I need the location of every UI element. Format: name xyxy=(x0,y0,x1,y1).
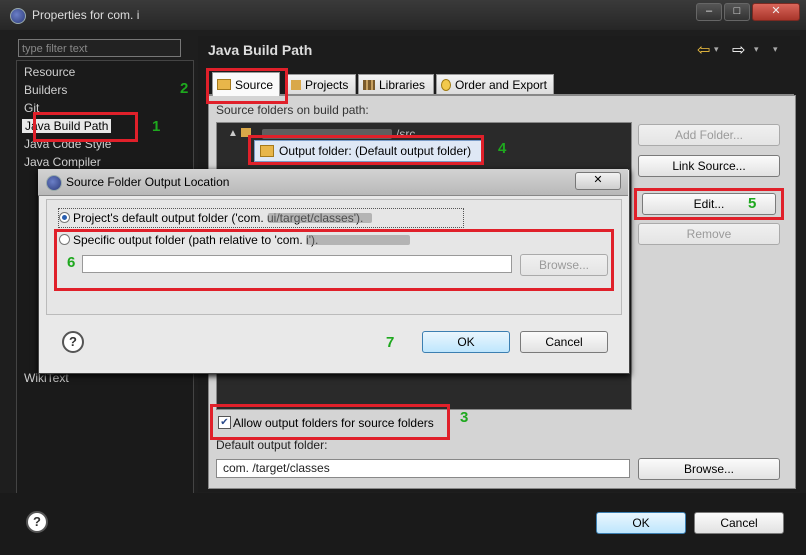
annotation-number-6: 6 xyxy=(67,254,76,271)
radio-default-output[interactable] xyxy=(59,212,70,223)
filter-input[interactable]: type filter text xyxy=(18,39,181,57)
tab-order-export-label: Order and Export xyxy=(454,77,547,92)
eclipse-icon xyxy=(46,175,62,191)
tab-libraries[interactable]: Libraries xyxy=(358,74,434,94)
libraries-icon xyxy=(363,79,375,90)
nav-item-builders[interactable]: Builders xyxy=(24,83,67,97)
tab-libraries-label: Libraries xyxy=(379,77,426,92)
link-source-button[interactable]: Link Source... xyxy=(638,155,780,177)
annotation-number-2: 2 xyxy=(180,80,189,97)
tab-bar: Source Projects Libraries Order and Expo… xyxy=(206,72,794,96)
window-titlebar: Properties for com. i – □ ✕ xyxy=(0,0,806,30)
remove-button[interactable]: Remove xyxy=(638,223,780,245)
minimize-button[interactable]: – xyxy=(696,3,722,21)
cancel-button[interactable]: Cancel xyxy=(694,512,784,534)
chevron-down-icon[interactable]: ▾ xyxy=(754,44,759,55)
tab-source-label: Source xyxy=(234,77,273,92)
help-icon[interactable]: ? xyxy=(26,511,48,533)
dialog-ok-button[interactable]: OK xyxy=(422,331,510,353)
annotation-box-6 xyxy=(54,229,614,291)
order-export-icon xyxy=(441,78,451,91)
dialog-title: Source Folder Output Location xyxy=(66,175,230,189)
tab-source[interactable]: Source xyxy=(212,72,280,96)
source-folders-label: Source folders on build path: xyxy=(216,103,369,117)
dialog-close-button[interactable]: ✕ xyxy=(575,172,621,190)
default-output-label: Default output folder: xyxy=(216,438,328,452)
redacted-text xyxy=(268,213,372,223)
eclipse-icon xyxy=(10,8,26,24)
back-arrow-icon[interactable]: ⇦ xyxy=(697,40,710,60)
nav-item-resource[interactable]: Resource xyxy=(24,65,75,79)
dialog-help-icon[interactable]: ? xyxy=(62,331,84,353)
forward-arrow-icon[interactable]: ⇨ xyxy=(732,40,745,60)
window-title: Properties for com. i xyxy=(32,8,140,22)
chevron-down-icon[interactable]: ▾ xyxy=(714,44,719,55)
tree-expand-icon[interactable]: ▲ xyxy=(228,128,238,139)
annotation-number-7: 7 xyxy=(386,334,395,351)
annotation-number-5: 5 xyxy=(748,195,757,212)
nav-item-java-compiler[interactable]: Java Compiler xyxy=(24,155,101,169)
annotation-number-1: 1 xyxy=(152,118,161,135)
tab-projects[interactable]: Projects xyxy=(286,74,356,94)
maximize-button[interactable]: □ xyxy=(724,3,750,21)
annotation-number-4: 4 xyxy=(498,140,507,157)
annotation-box-5 xyxy=(634,188,784,220)
page-title: Java Build Path xyxy=(208,42,313,58)
close-button[interactable]: ✕ xyxy=(752,3,800,21)
ok-button[interactable]: OK xyxy=(596,512,686,534)
tab-projects-label: Projects xyxy=(305,77,349,92)
annotation-box-1 xyxy=(33,112,138,142)
default-output-browse-button[interactable]: Browse... xyxy=(638,458,780,480)
annotation-box-4 xyxy=(248,135,484,165)
menu-chevron-icon[interactable]: ▾ xyxy=(773,44,778,55)
annotation-box-3 xyxy=(210,404,450,440)
source-folder-icon xyxy=(217,79,231,90)
annotation-number-3: 3 xyxy=(460,409,469,426)
tab-order-export[interactable]: Order and Export xyxy=(436,74,554,94)
add-folder-button[interactable]: Add Folder... xyxy=(638,124,780,146)
default-output-field[interactable]: com. /target/classes xyxy=(216,459,630,478)
dialog-cancel-button[interactable]: Cancel xyxy=(520,331,608,353)
projects-icon xyxy=(291,79,301,90)
dialog-titlebar: Source Folder Output Location xyxy=(38,169,628,196)
